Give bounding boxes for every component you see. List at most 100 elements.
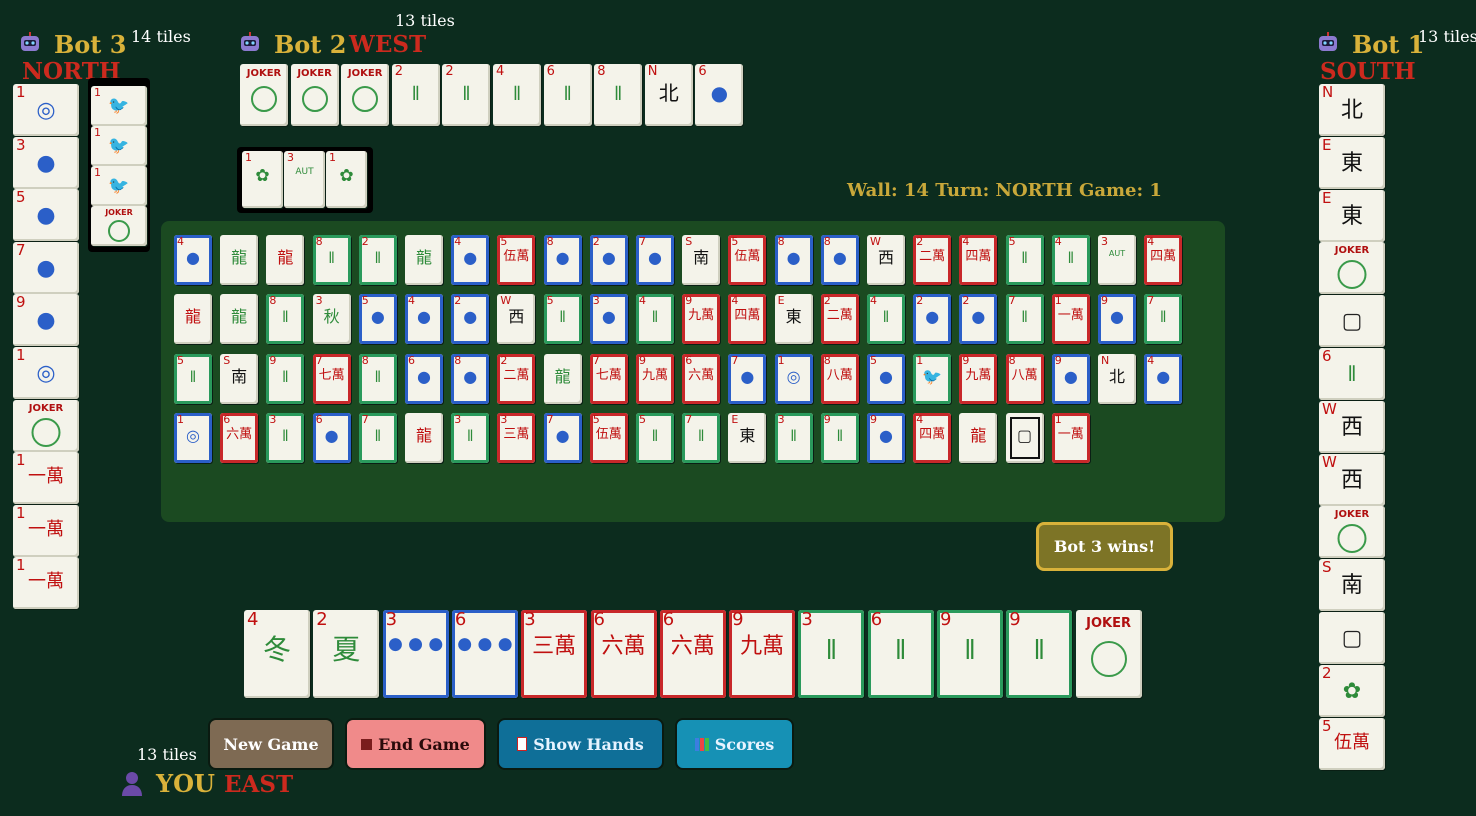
tile-face: 🐦: [108, 136, 130, 156]
tile-face: ●: [601, 307, 616, 327]
tile-index: 3: [385, 610, 398, 630]
tile-face: 🐦: [108, 176, 130, 196]
tile-face: 𝍪: [564, 81, 571, 105]
tile-face: ●: [786, 248, 801, 267]
tile-face: 龍: [231, 307, 248, 327]
discard-tile: 4 ●: [174, 235, 212, 285]
tile-index: 8: [777, 235, 785, 248]
tile-face: ● ● ●: [457, 634, 513, 654]
discard-tile: 2 二萬: [913, 235, 952, 285]
end-game-button[interactable]: End Game: [345, 718, 486, 770]
tile-index: 3: [454, 412, 462, 426]
new-game-button[interactable]: New Game: [208, 718, 334, 770]
bot1-wind: SOUTH: [1320, 58, 1416, 85]
tile-face: 六萬: [688, 367, 715, 383]
player-hand-tile[interactable]: 9 九萬: [729, 610, 796, 698]
tile-index: 8: [546, 235, 554, 248]
discard-tile: 7 ●: [636, 235, 674, 285]
discard-tile: 4𝍪: [1051, 235, 1090, 285]
player-hand-tile[interactable]: JOKER: [1075, 610, 1142, 698]
tile-index: E: [731, 412, 739, 426]
tile-index: 4: [177, 235, 184, 248]
player-hand-tile[interactable]: 6 六萬: [590, 610, 657, 698]
discard-tile: 5 伍萬: [728, 235, 767, 285]
bot1-hand-tile: 6𝍪: [1319, 348, 1385, 400]
tile-face: 𝍪: [412, 81, 420, 105]
tile-index: 7: [546, 412, 554, 426]
tile-face: ●: [710, 81, 729, 105]
player-hand-tile[interactable]: 3 ● ● ●: [382, 610, 449, 698]
bot2-exposed-tile: 3 AUT: [284, 151, 325, 208]
discard-tile: 7𝍪: [1005, 294, 1044, 345]
player-hand-tile[interactable]: 9𝍪: [937, 610, 1003, 698]
discard-tile: S南: [682, 235, 721, 285]
scores-button[interactable]: Scores: [675, 718, 794, 770]
tile-face: 四萬: [1150, 249, 1177, 264]
tile-index: 1: [177, 412, 184, 426]
tile-index: 4: [1147, 353, 1155, 367]
tile-index: 1: [94, 86, 101, 99]
discard-tile: 7 七萬: [312, 353, 351, 404]
bot3-hand-tile: 7 ●: [13, 241, 79, 294]
tile-face: ● ● ●: [387, 634, 444, 654]
tile-index: 9: [962, 353, 970, 367]
tile-index: 6: [870, 610, 883, 630]
discard-tile: 3 AUT: [1098, 235, 1136, 285]
bot1-hand-tile: W西: [1319, 453, 1385, 506]
tile-face: 龍: [415, 425, 432, 445]
tile-face: 九萬: [641, 367, 668, 383]
tile-index: 1: [16, 452, 26, 470]
player-hand-tile[interactable]: 2夏: [313, 610, 380, 698]
tile-face: ●: [832, 248, 847, 267]
tile-index: N: [1101, 353, 1110, 367]
player-hand-tile[interactable]: 6𝍪: [867, 610, 934, 698]
tile-index: 1: [16, 504, 26, 522]
discard-tile: 6 六萬: [220, 412, 259, 463]
tile-face: 西: [508, 307, 525, 327]
tile-face: ●: [463, 366, 478, 386]
tile-face: 龍: [231, 248, 248, 267]
show-hands-button[interactable]: Show Hands: [497, 718, 664, 770]
player-hand-tile[interactable]: 9𝍪: [1006, 610, 1073, 698]
discard-tile: 龍: [174, 294, 212, 345]
discard-tile: 9𝍪: [266, 353, 305, 404]
tile-index: 1: [1054, 294, 1062, 308]
bot3-exposed-tile: 1 🐦: [91, 166, 147, 206]
discard-tile: 5𝍪: [543, 294, 582, 345]
tile-face: ◎: [36, 98, 56, 123]
tile-index: 3: [16, 136, 26, 154]
tile-face: 𝍪: [790, 425, 797, 445]
scores-label: Scores: [714, 734, 775, 754]
tile-face: 🐦: [108, 96, 130, 116]
tile-index: 4: [870, 294, 877, 308]
player-hand-tile[interactable]: 6 ● ● ●: [451, 610, 518, 698]
tile-face: 龍: [277, 248, 294, 267]
discard-tile: 5 ●: [867, 353, 905, 404]
tile-index: 6: [698, 64, 707, 79]
bot1-tile-count: 13 tiles: [1418, 27, 1476, 46]
tile-index: 5: [870, 353, 877, 367]
tile-index: W: [1322, 400, 1337, 418]
player-hand-tile[interactable]: 3𝍪: [798, 610, 865, 698]
discard-tile: 8 八萬: [1005, 353, 1044, 404]
bot2-hand-tile: 2𝍪: [442, 64, 491, 126]
discard-tile: 4 ●: [405, 294, 443, 345]
tile-index: 2: [394, 64, 404, 79]
tile-index: S: [685, 235, 693, 248]
player-hand-tile[interactable]: 6 六萬: [659, 610, 726, 698]
discard-tile: 5𝍪: [1005, 235, 1044, 285]
tile-face: 龍: [184, 307, 201, 327]
tile-index: W: [870, 235, 881, 248]
robot-icon: [238, 31, 262, 55]
tile-face: ●: [36, 255, 56, 281]
end-game-label: End Game: [378, 734, 470, 754]
player-hand-tile[interactable]: 4冬: [244, 610, 310, 698]
tile-face: ●: [417, 366, 431, 386]
player-hand-tile[interactable]: 3 三萬: [521, 610, 588, 698]
bot2-hand-tile: 8𝍪: [594, 64, 643, 126]
tile-face: 伍萬: [595, 426, 622, 442]
tile-face: 𝍪: [190, 366, 196, 386]
tile-face: 🐦: [922, 366, 943, 386]
tile-index: 2: [500, 353, 508, 367]
tile-face: ●: [648, 248, 662, 267]
